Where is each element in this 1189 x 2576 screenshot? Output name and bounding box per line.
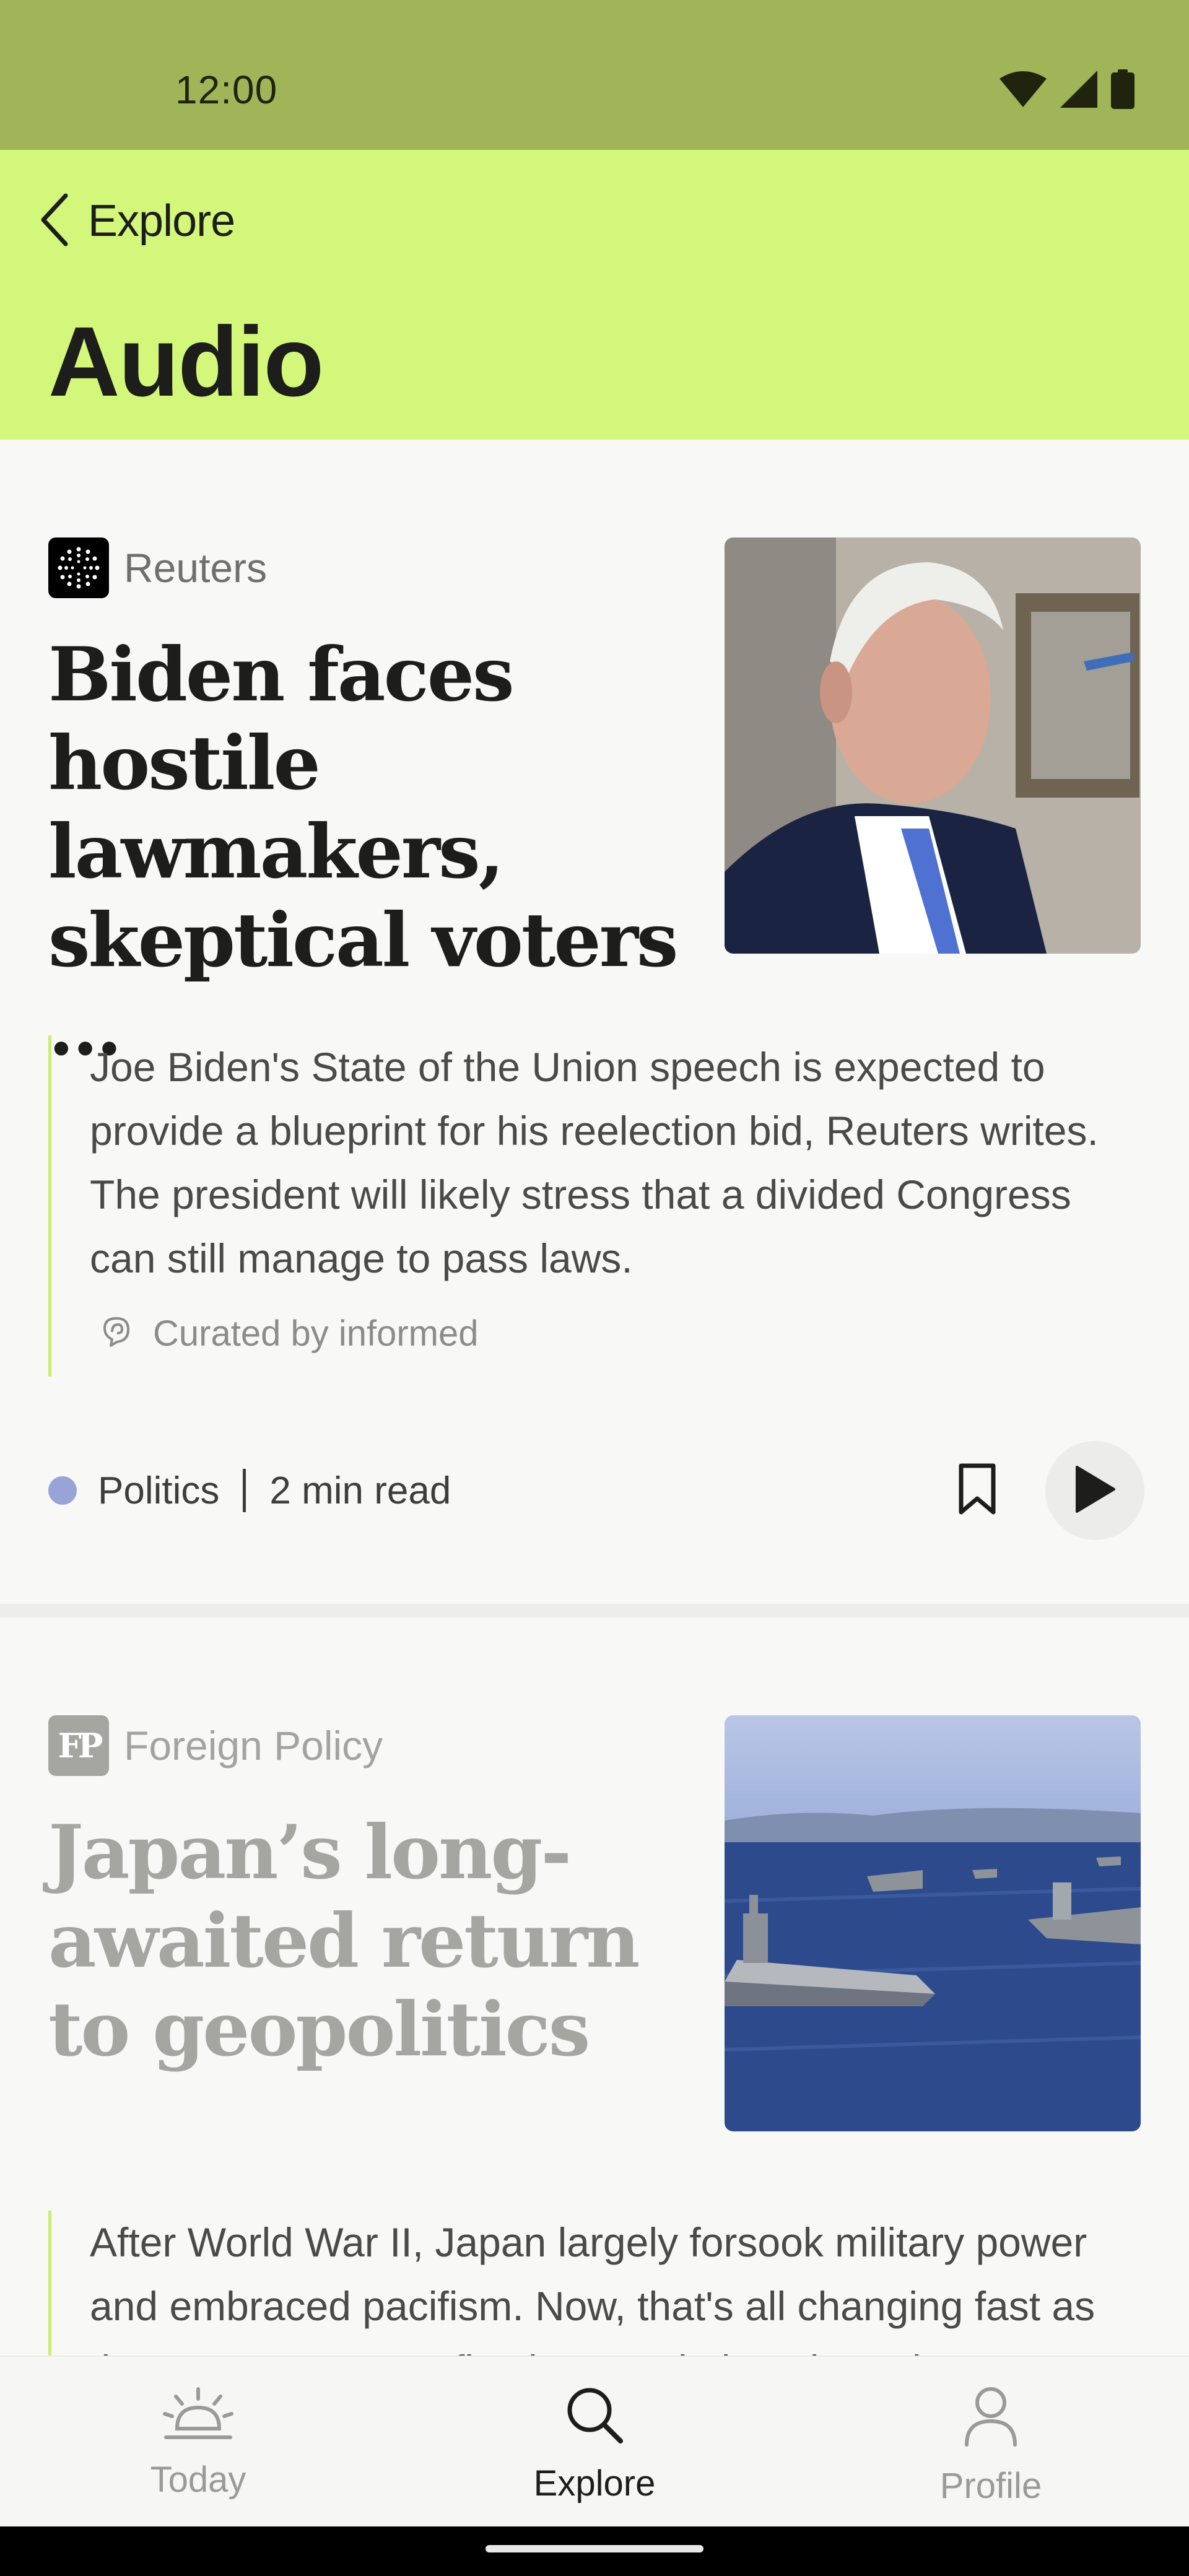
- home-gesture-handle[interactable]: [486, 2545, 703, 2552]
- meta-divider: [243, 1469, 246, 1512]
- article-actions: [952, 1441, 1144, 1540]
- app-header: Explore Audio: [0, 150, 1189, 440]
- wifi-icon: [1000, 71, 1047, 110]
- bookmark-icon: [958, 1463, 996, 1519]
- nav-label: Today: [150, 2460, 246, 2500]
- article-feed[interactable]: Reuters Biden faces hostile lawmakers, s…: [0, 440, 1189, 2356]
- article-summary: After World War II, Japan largely forsoo…: [48, 2211, 1144, 2356]
- source-row: Reuters: [48, 537, 267, 598]
- nav-item-profile[interactable]: Profile: [793, 2357, 1189, 2526]
- sunrise-icon: [161, 2385, 235, 2444]
- curated-row: Curated by informed: [90, 1313, 1144, 1377]
- article-summary: Joe Biden's State of the Union speech is…: [48, 1035, 1144, 1377]
- bottom-navigation: Today Explore Profile: [0, 2356, 1189, 2526]
- source-row: FP Foreign Policy: [48, 1715, 383, 1776]
- page-title: Audio: [48, 306, 324, 417]
- source-logo-text: FP: [58, 1726, 103, 1765]
- cellular-signal-icon: [1060, 71, 1097, 111]
- status-time: 12:00: [175, 67, 278, 112]
- topic-label[interactable]: Politics: [98, 1469, 219, 1513]
- summary-text: Joe Biden's State of the Union speech is…: [90, 1044, 1099, 1281]
- source-name: Reuters: [124, 545, 268, 591]
- battery-icon: [1111, 69, 1135, 112]
- play-audio-button[interactable]: [1045, 1441, 1144, 1540]
- search-icon: [565, 2385, 624, 2448]
- nav-item-today[interactable]: Today: [0, 2357, 396, 2526]
- article-thumbnail[interactable]: [725, 1715, 1141, 2131]
- topic-color-dot: [48, 1476, 77, 1505]
- informed-logo-icon: [102, 1316, 131, 1351]
- bookmark-button[interactable]: [952, 1456, 1002, 1525]
- nav-item-explore[interactable]: Explore: [396, 2357, 793, 2526]
- profile-icon: [963, 2385, 1019, 2450]
- chevron-left-icon: [37, 192, 72, 251]
- article-card[interactable]: FP Foreign Policy Japan’s long-awaited r…: [0, 1617, 1189, 2356]
- article-meta-row: Politics 2 min read: [48, 1438, 1144, 1543]
- nav-label: Explore: [533, 2463, 656, 2504]
- article-card[interactable]: Reuters Biden faces hostile lawmakers, s…: [0, 440, 1189, 1604]
- back-button[interactable]: Explore: [37, 187, 235, 255]
- foreign-policy-logo-icon: FP: [48, 1715, 109, 1776]
- status-bar: 12:00: [0, 0, 1189, 150]
- card-divider: [0, 1604, 1189, 1617]
- play-icon: [1073, 1464, 1117, 1517]
- summary-text: After World War II, Japan largely forsoo…: [90, 2219, 1095, 2356]
- curated-label: Curated by informed: [153, 1313, 479, 1354]
- article-thumbnail[interactable]: [725, 537, 1141, 954]
- read-time: 2 min read: [269, 1469, 451, 1512]
- back-label: Explore: [88, 196, 235, 246]
- source-name: Foreign Policy: [124, 1723, 383, 1769]
- system-gesture-bar: [0, 2526, 1189, 2576]
- article-headline[interactable]: Japan’s long-awaited return to geopoliti…: [48, 1808, 680, 2074]
- nav-label: Profile: [939, 2466, 1042, 2506]
- reuters-logo-icon: [48, 537, 109, 598]
- article-headline[interactable]: Biden faces hostile lawmakers, skeptical…: [48, 630, 680, 1073]
- status-icons: [1000, 69, 1135, 112]
